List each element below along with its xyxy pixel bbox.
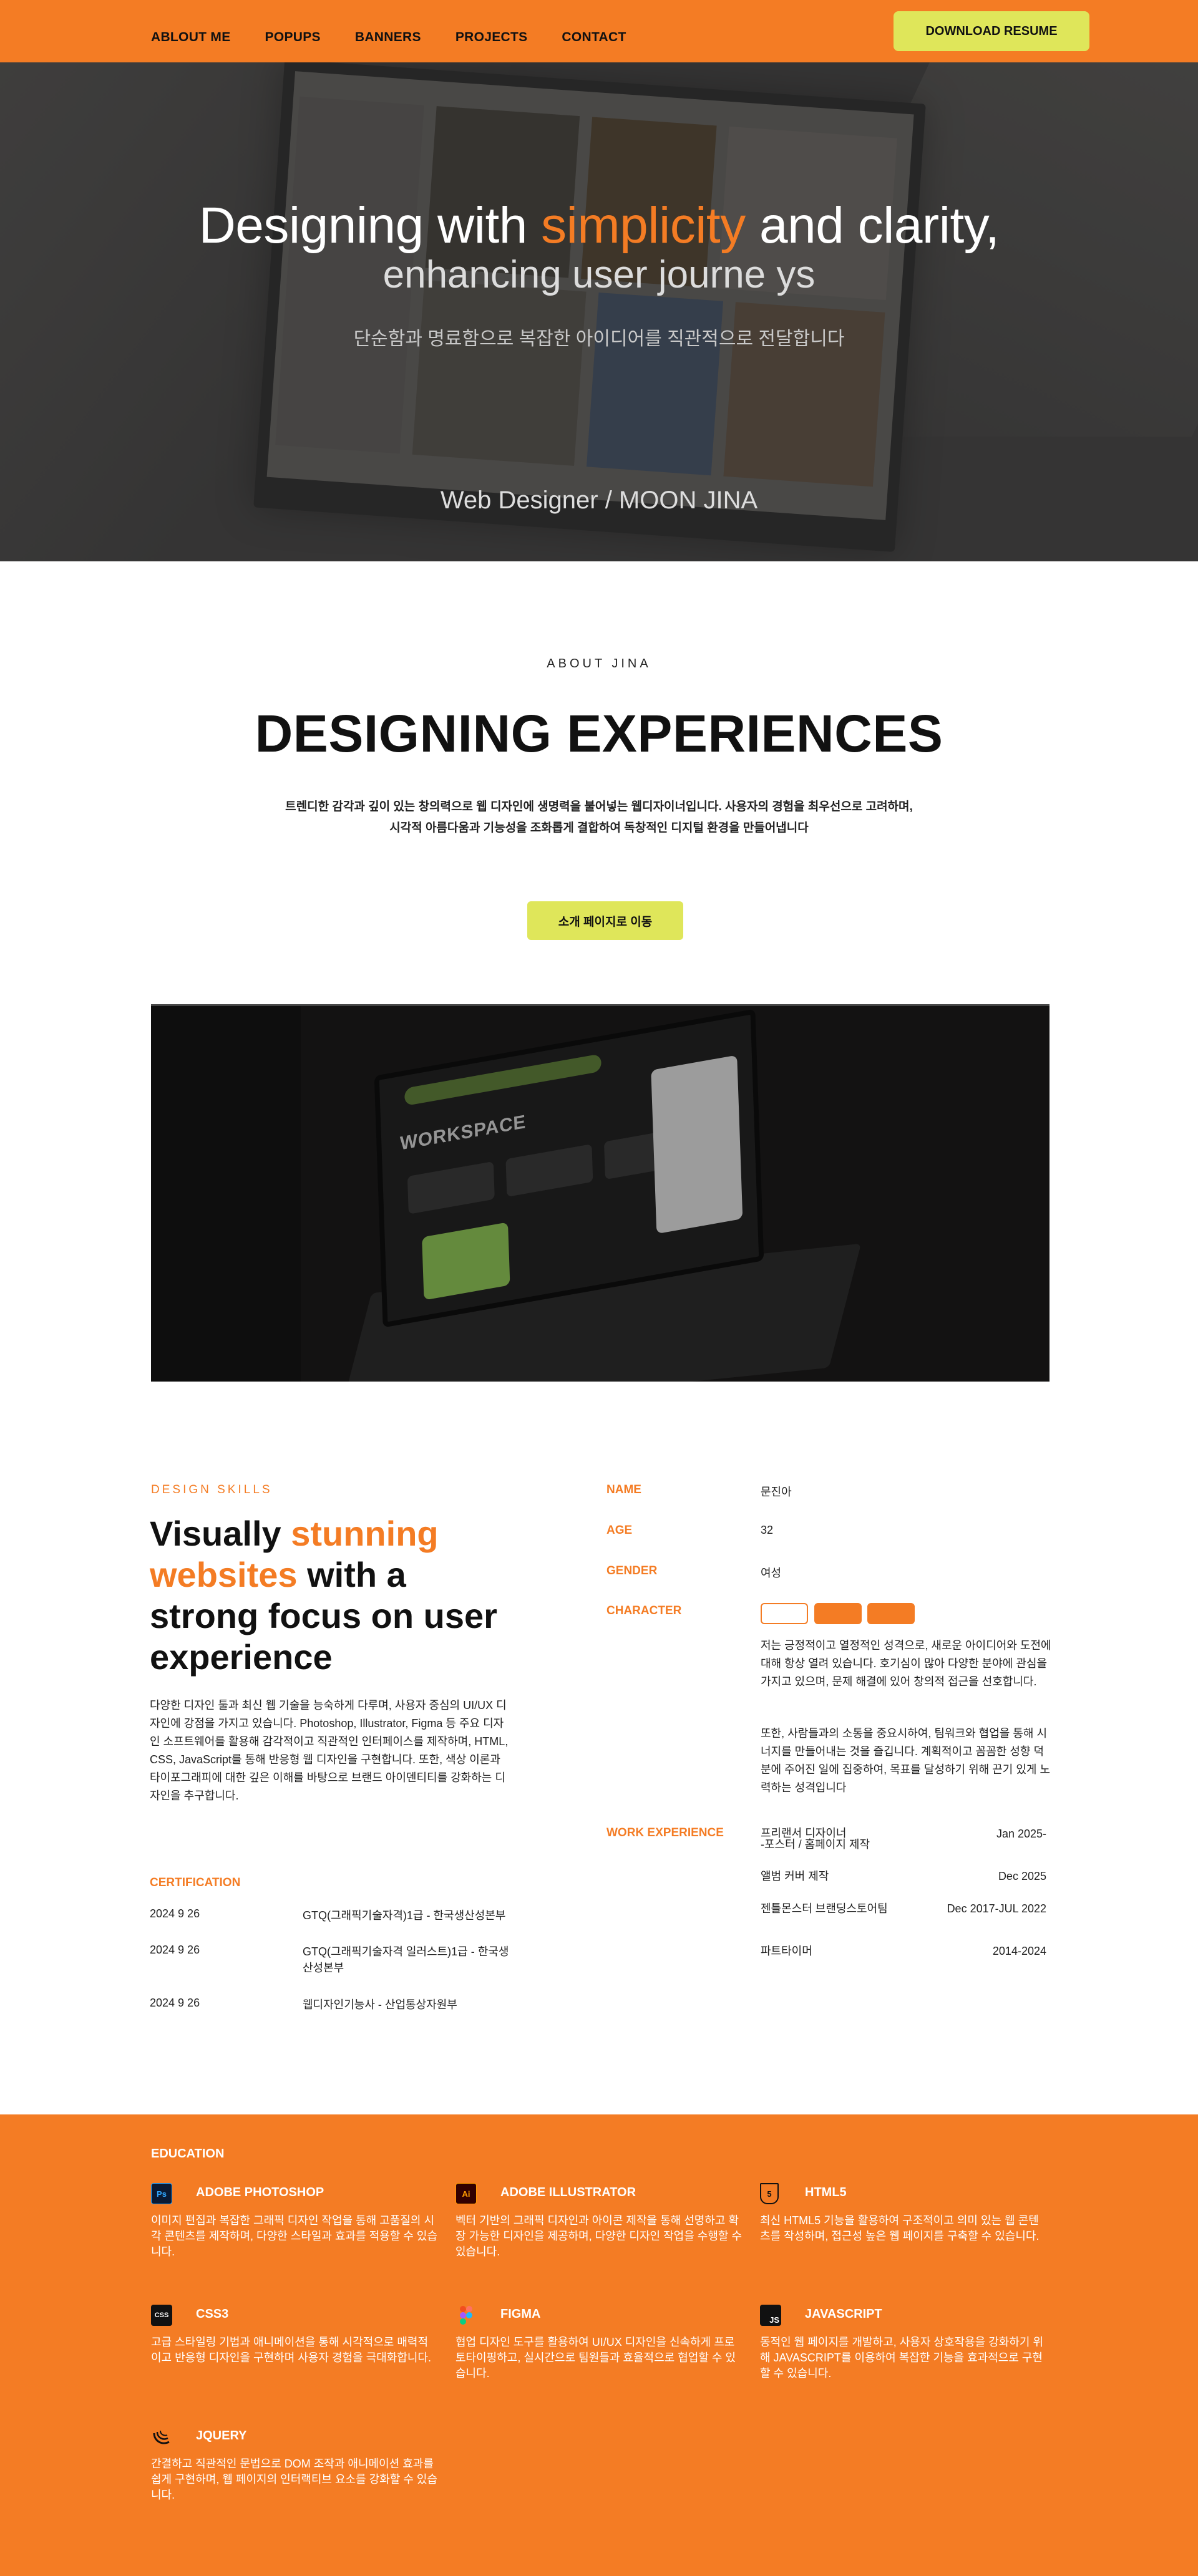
laptop-showcase-image: WORKSPACE — [151, 1004, 1049, 1382]
nav-link-projects[interactable]: PROJECTS — [455, 30, 528, 45]
figma-icon — [455, 2305, 477, 2326]
work-name: 프리랜서 디자이너 -포스터 / 홈페이지 제작 — [761, 1827, 870, 1851]
jquery-logo-svg — [153, 2430, 170, 2444]
hero-title: Designing with simplicity and clarity, — [0, 196, 1198, 255]
hero-section: Designing with simplicity and clarity, e… — [0, 62, 1198, 561]
character-trait-chip — [761, 1603, 808, 1624]
certification-label: CERTIFICATION — [150, 1876, 241, 1889]
top-navigation: ABLOUT ME POPUPS BANNERS PROJECTS CONTAC… — [0, 0, 1198, 62]
name-label: NAME — [606, 1483, 641, 1496]
education-item-name: HTML5 — [805, 2186, 847, 2199]
work-date: Dec 2025 — [998, 1870, 1046, 1882]
cert-date: 2024 9 26 — [150, 1944, 200, 1956]
gender-value: 여성 — [761, 1567, 782, 1579]
age-value: 32 — [761, 1524, 774, 1536]
work-experience-label: WORK EXPERIENCE — [606, 1826, 724, 1839]
hero-title-accent: simplicity — [541, 197, 746, 254]
education-item-name: JAVASCRIPT — [805, 2307, 882, 2321]
cert-name: GTQ(그래픽기술자격)1급 - 한국생산성본부 — [303, 1909, 506, 1922]
css3-icon: CSS — [151, 2305, 172, 2326]
nav-link-contact[interactable]: CONTACT — [562, 30, 626, 45]
jquery-icon — [151, 2426, 172, 2448]
nav-link-banners[interactable]: BANNERS — [355, 30, 421, 45]
education-item-name: JQUERY — [196, 2429, 247, 2443]
figma-logo-svg — [460, 2306, 472, 2325]
cert-date: 2024 9 26 — [150, 1907, 200, 1920]
education-item-name: FIGMA — [500, 2307, 541, 2321]
name-value: 문진아 — [761, 1486, 792, 1498]
about-desc-line: 트렌디한 감각과 깊이 있는 창의력으로 웹 디자인에 생명력을 불어넣는 웹디… — [285, 800, 913, 813]
character-paragraph: 또한, 사람들과의 소통을 중요시하여, 팀워크와 협업을 통해 시너지를 만들… — [761, 1727, 1051, 1794]
hero-title-post: and clarity, — [745, 197, 1000, 254]
education-section: EDUCATION Ps ADOBE PHOTOSHOP 이미지 편집과 복잡한… — [0, 2114, 1198, 2576]
work-date: Dec 2017-JUL 2022 — [947, 1902, 1046, 1915]
character-paragraph: 저는 긍정적이고 열정적인 성격으로, 새로운 아이디어와 도전에 대해 항상 … — [761, 1639, 1051, 1688]
work-name: 파트타이머 — [761, 1945, 812, 1957]
cert-name: 웹디자인기능사 - 산업통상자원부 — [303, 1998, 457, 2011]
gender-label: GENDER — [606, 1564, 658, 1577]
education-label: EDUCATION — [151, 2147, 225, 2161]
javascript-icon: JS — [760, 2305, 781, 2326]
character-trait-chip — [814, 1603, 862, 1624]
education-item-desc: 협업 디자인 도구를 활용하여 UI/UX 디자인을 신속하게 프로토타이핑하고… — [455, 2336, 736, 2380]
about-eyebrow: ABOUT JINA — [547, 657, 651, 671]
design-skills-eyebrow: DESIGN SKILLS — [151, 1483, 273, 1496]
skills-title-part: Visually — [150, 1514, 291, 1553]
about-title: DESIGNING EXPERIENCES — [255, 704, 943, 763]
hero-korean-tagline: 단순함과 명료함으로 복잡한 아이디어를 직관적으로 전달합니다 — [353, 329, 845, 349]
education-item-desc: 간결하고 직관적인 문법으로 DOM 조작과 애니메이션 효과를 쉽게 구현하며… — [151, 2457, 438, 2501]
work-date: Jan 2025- — [996, 1828, 1046, 1840]
skills-description: 다양한 디자인 툴과 최신 웹 기술을 능숙하게 다루며, 사용자 중심의 UI… — [150, 1699, 509, 1802]
about-description: 트렌디한 감각과 깊이 있는 창의력으로 웹 디자인에 생명력을 불어넣는 웹디… — [0, 797, 1198, 839]
skills-title: Visually stunning websites with a strong… — [150, 1513, 524, 1678]
education-item-name: ADOBE ILLUSTRATOR — [500, 2186, 636, 2199]
education-item-desc: 벡터 기반의 그래픽 디자인과 아이콘 제작을 통해 선명하고 확장 가능한 디… — [455, 2214, 743, 2258]
nav-link-about[interactable]: ABLOUT ME — [151, 30, 231, 45]
work-name: 젠틀몬스터 브랜딩스토어팀 — [761, 1902, 888, 1915]
work-name: 앨범 커버 제작 — [761, 1870, 829, 1882]
character-label: CHARACTER — [606, 1604, 682, 1617]
nav-links: ABLOUT ME POPUPS BANNERS PROJECTS CONTAC… — [151, 30, 661, 45]
hero-subtitle: enhancing user journe ys — [382, 253, 816, 296]
education-item-desc: 고급 스타일링 기법과 애니메이션을 통해 시각적으로 매력적이고 반응형 디자… — [151, 2336, 432, 2364]
html5-icon: 5 — [760, 2183, 779, 2204]
age-label: AGE — [606, 1524, 633, 1537]
education-item-desc: 이미지 편집과 복잡한 그래픽 디자인 작업을 통해 고품질의 시각 콘텐츠를 … — [151, 2214, 438, 2258]
education-item-desc: 최신 HTML5 기능을 활용하여 구조적이고 의미 있는 웹 콘텐츠를 작성하… — [760, 2214, 1040, 2242]
about-desc-line: 시각적 아름다움과 기능성을 조화롭게 결합하여 독창적인 디지털 환경을 만들… — [389, 821, 809, 835]
work-date: 2014-2024 — [992, 1945, 1046, 1957]
cert-date: 2024 9 26 — [150, 1997, 200, 2009]
education-item-desc: 동적인 웹 페이지를 개발하고, 사용자 상호작용을 강화하기 위해 JAVAS… — [760, 2336, 1044, 2380]
illustrator-icon: Ai — [455, 2183, 477, 2204]
cert-name: GTQ(그래픽기술자격 일러스트)1급 - 한국생산성본부 — [303, 1945, 509, 1974]
education-item-name: CSS3 — [196, 2307, 229, 2321]
download-resume-button[interactable]: DOWNLOAD RESUME — [894, 11, 1089, 51]
image-shade — [151, 1006, 1049, 1382]
hero-title-pre: Designing with — [198, 197, 542, 254]
hero-role: Web Designer / MOON JINA — [440, 487, 758, 514]
go-to-intro-button[interactable]: 소개 페이지로 이동 — [527, 901, 683, 940]
character-trait-chip — [867, 1603, 915, 1624]
nav-link-popups[interactable]: POPUPS — [265, 30, 321, 45]
education-item-name: ADOBE PHOTOSHOP — [196, 2186, 324, 2199]
photoshop-icon: Ps — [151, 2183, 172, 2204]
